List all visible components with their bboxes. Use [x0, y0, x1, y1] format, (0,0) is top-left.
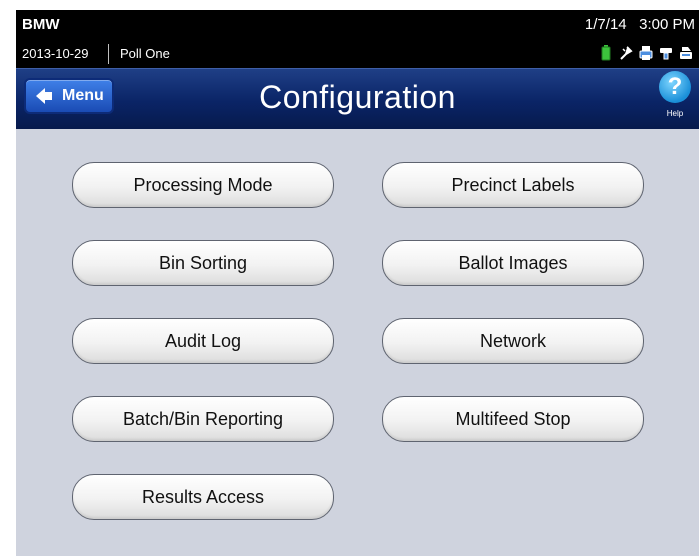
device-name: BMW: [22, 16, 60, 33]
status-icons: [599, 44, 693, 62]
network-button[interactable]: Network: [382, 318, 644, 364]
help-button[interactable]: ? Help: [657, 71, 693, 125]
election-date: 2013-10-29: [22, 46, 89, 61]
configuration-options: Processing Mode Precinct Labels Bin Sort…: [16, 129, 699, 556]
current-datetime: 1/7/14 3:00 PM: [584, 16, 695, 33]
scanner-icon: [679, 45, 693, 61]
title-bar: Menu Configuration ? Help: [16, 68, 699, 129]
results-access-button[interactable]: Results Access: [72, 474, 334, 520]
audit-log-button[interactable]: Audit Log: [72, 318, 334, 364]
battery-icon: [599, 45, 613, 61]
printer-icon: [639, 45, 653, 61]
power-plug-icon: [619, 45, 633, 61]
bin-sorting-button[interactable]: Bin Sorting: [72, 240, 334, 286]
status-divider: [108, 44, 109, 64]
help-label: Help: [666, 109, 684, 118]
batch-bin-reporting-button[interactable]: Batch/Bin Reporting: [72, 396, 334, 442]
processing-mode-button[interactable]: Processing Mode: [72, 162, 334, 208]
poll-name: Poll One: [120, 46, 170, 61]
device-screen: BMW 2013-10-29 Poll One 1/7/14 3:00 PM M…: [16, 10, 699, 556]
precinct-labels-button[interactable]: Precinct Labels: [382, 162, 644, 208]
ballot-images-button[interactable]: Ballot Images: [382, 240, 644, 286]
flash-drive-icon: [659, 45, 673, 61]
multifeed-stop-button[interactable]: Multifeed Stop: [382, 396, 644, 442]
status-bar: BMW 2013-10-29 Poll One 1/7/14 3:00 PM: [16, 10, 699, 68]
help-icon: ?: [659, 71, 691, 103]
page-title: Configuration: [259, 79, 456, 115]
